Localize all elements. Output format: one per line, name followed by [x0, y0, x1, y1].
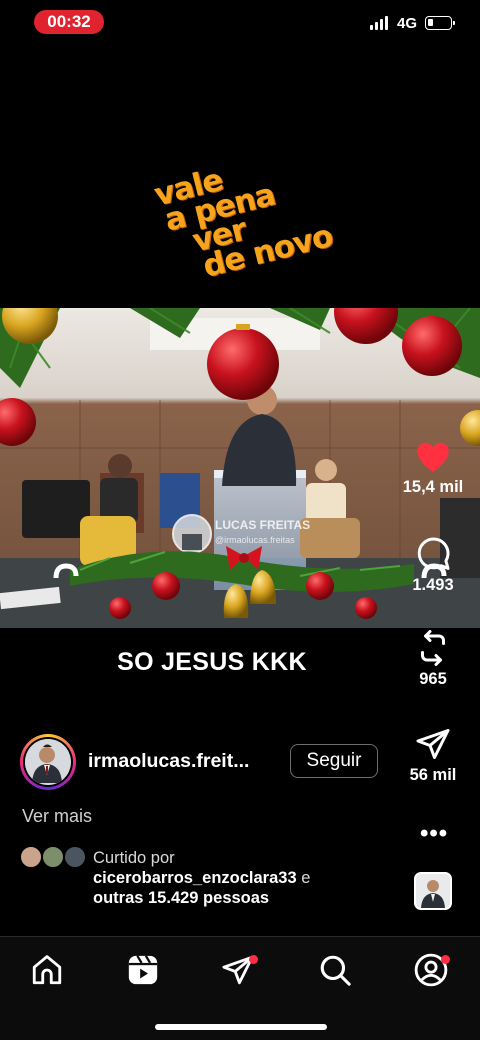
network-type: 4G [397, 15, 418, 32]
liked-by-prefix: Curtido por [93, 849, 175, 867]
nav-profile[interactable] [414, 953, 450, 989]
comment-count: 1.493 [412, 576, 454, 594]
repost-button[interactable]: 965 [392, 630, 474, 689]
video-overlay-logo: vale a pena ver de novo [138, 141, 351, 303]
like-count: 15,4 mil [402, 478, 464, 496]
nav-home[interactable] [30, 953, 66, 989]
repost-icon [421, 630, 445, 666]
heart-icon [417, 442, 449, 472]
liked-by-names[interactable]: cicerobarros_enzoclara33 [93, 869, 297, 887]
signal-icon [370, 16, 388, 30]
search-icon [320, 955, 351, 986]
avatar-portrait [25, 739, 69, 783]
liked-by-avatars[interactable] [20, 846, 86, 870]
like-button[interactable]: 15,4 mil [392, 440, 474, 497]
author-username[interactable]: irmaolucas.freit... [88, 750, 249, 773]
author-avatar[interactable] [20, 734, 76, 790]
liked-by-connector: e [301, 869, 311, 887]
notification-dot [441, 955, 450, 964]
nav-direct[interactable] [221, 953, 258, 989]
avatar [42, 846, 64, 868]
reel-caption: SO JESUS KKK [117, 648, 307, 676]
follow-button[interactable]: Seguir [290, 744, 378, 778]
share-count: 56 mil [409, 766, 457, 784]
see-more-link[interactable]: Ver mais [22, 806, 92, 827]
nav-reels[interactable] [126, 953, 162, 989]
comment-button[interactable]: 1.493 [392, 536, 474, 595]
watermark-name: LUCAS FREITAS [215, 518, 310, 532]
avatar [20, 846, 42, 868]
repost-count: 965 [419, 670, 447, 688]
notification-dot [249, 955, 258, 964]
status-bar: 00:32 4G [0, 0, 480, 46]
home-icon [32, 955, 62, 985]
share-button[interactable]: 56 mil [392, 726, 474, 785]
audio-thumbnail[interactable] [414, 872, 452, 910]
avatar [64, 846, 86, 868]
audio-cover [416, 874, 450, 908]
reels-icon [128, 955, 158, 985]
comment-icon [417, 537, 450, 570]
send-icon [416, 729, 450, 759]
liked-by-text[interactable]: Curtido por cicerobarros_enzoclara33 e o… [93, 848, 310, 908]
more-dots-icon[interactable]: ••• [420, 820, 448, 848]
home-indicator [155, 1024, 327, 1030]
nav-search[interactable] [318, 953, 354, 989]
status-time: 00:32 [34, 10, 104, 34]
watermark-handle: @irmaolucas.freitas [215, 535, 295, 545]
liked-by-others[interactable]: outras 15.429 pessoas [93, 889, 269, 907]
battery-icon [425, 16, 455, 30]
